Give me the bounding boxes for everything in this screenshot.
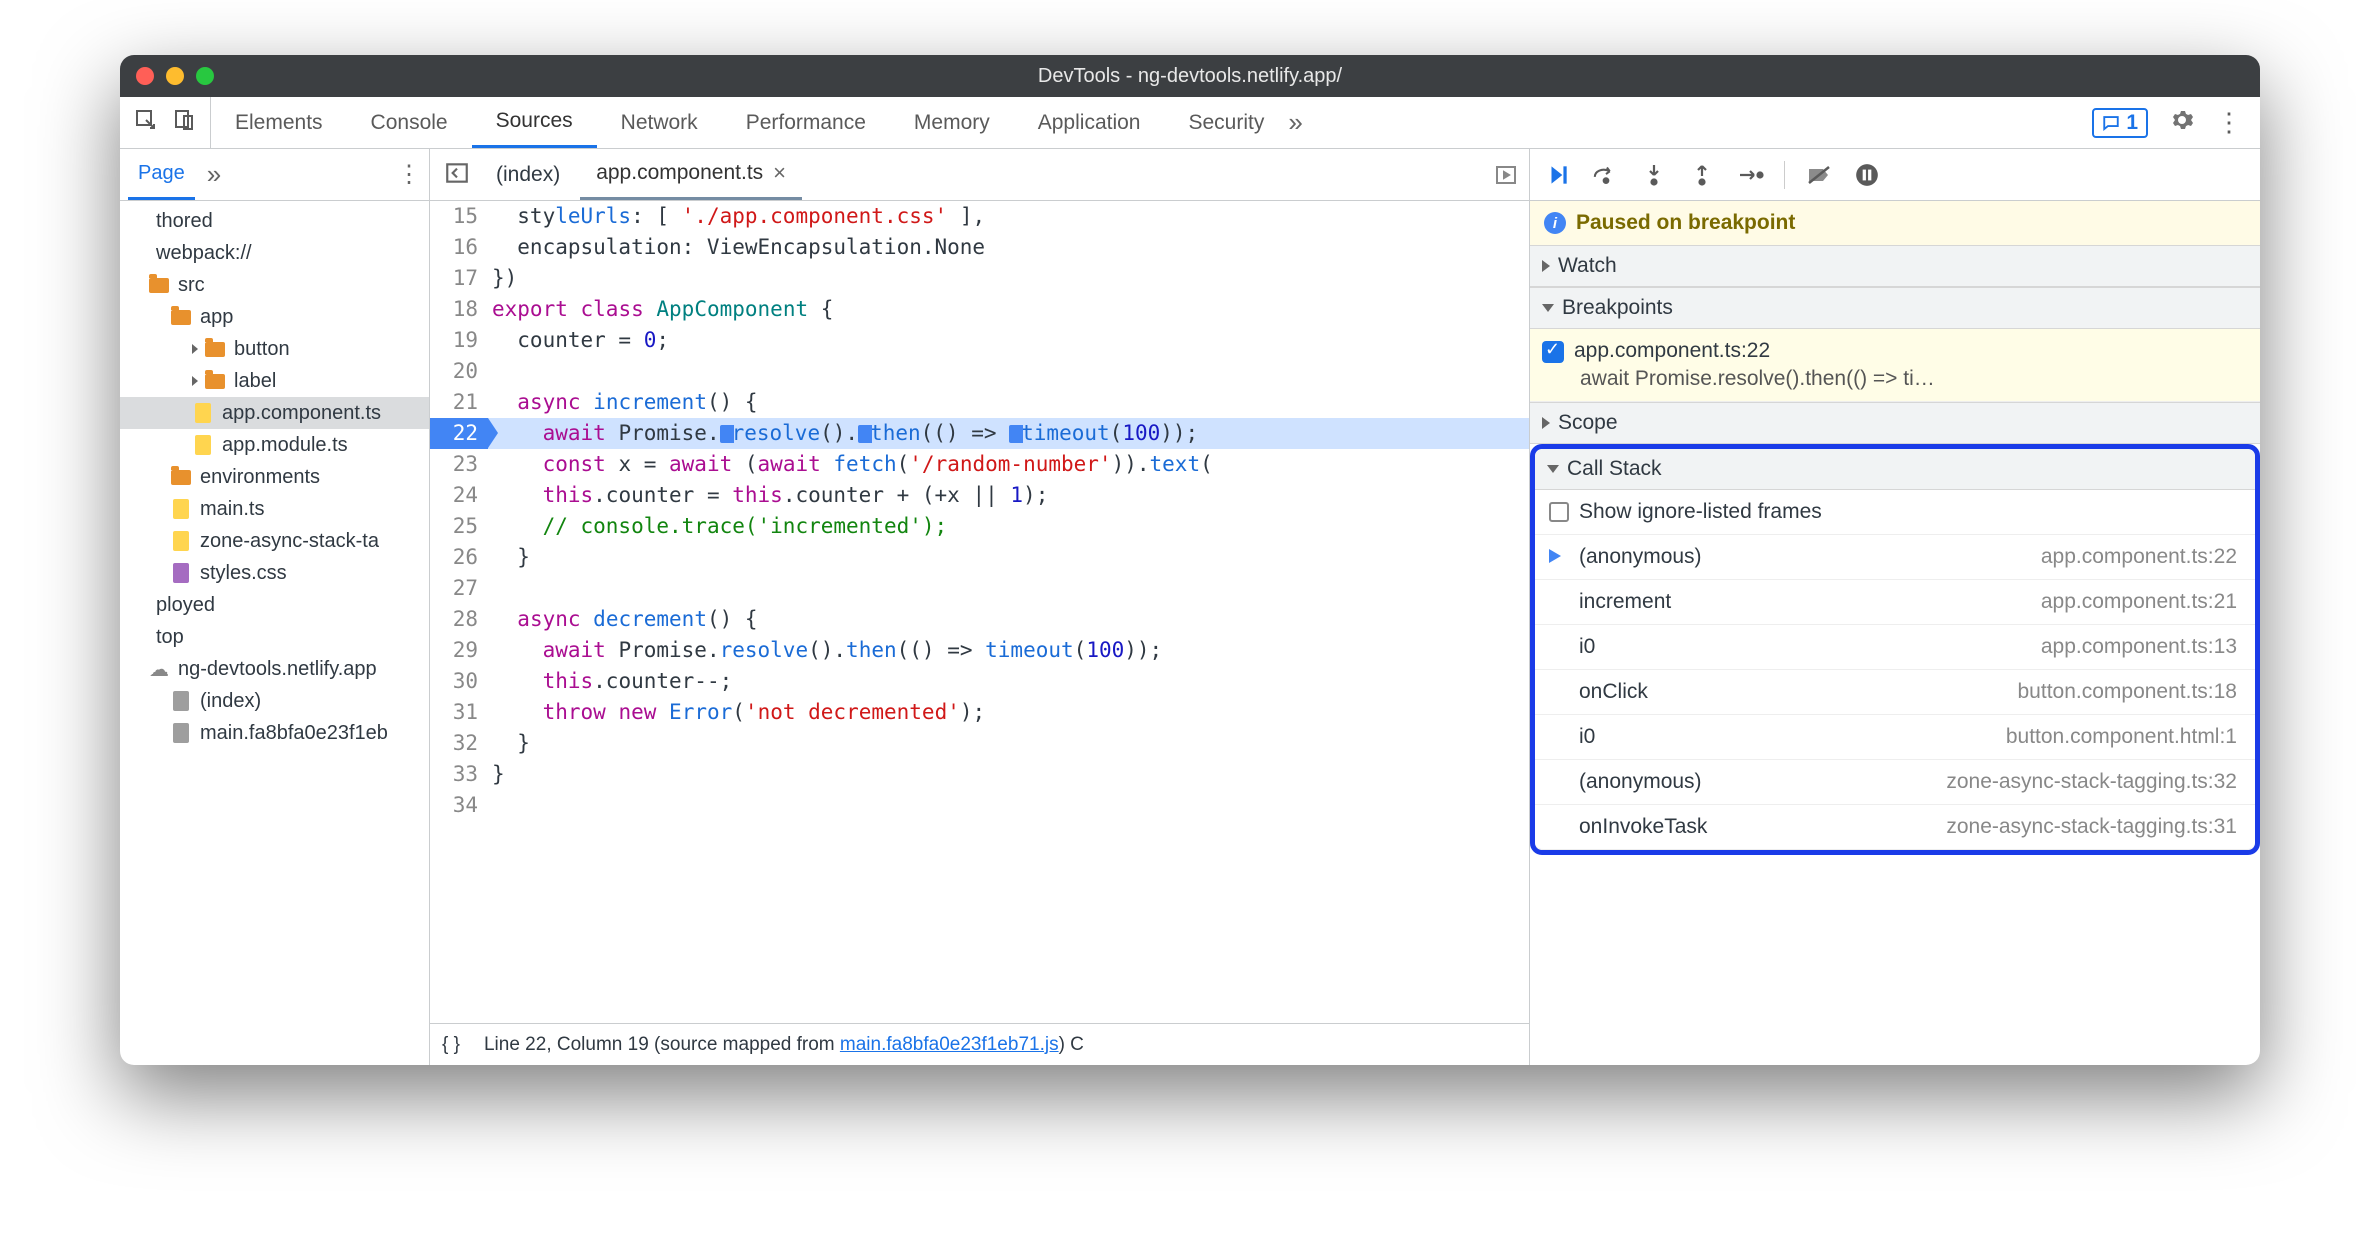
resume-icon[interactable]: [1544, 161, 1572, 189]
settings-icon[interactable]: [2170, 108, 2194, 138]
tree-item[interactable]: main.ts: [120, 493, 429, 525]
tree-item[interactable]: app.module.ts: [120, 429, 429, 461]
editor-tab[interactable]: app.component.ts×: [580, 149, 802, 200]
titlebar: DevTools - ng-devtools.netlify.app/: [120, 55, 2260, 97]
panel-tab-performance[interactable]: Performance: [722, 97, 890, 148]
breakpoint-location: app.component.ts:22: [1574, 339, 2246, 363]
ignored-checkbox[interactable]: [1549, 502, 1569, 522]
breakpoint-snippet: await Promise.resolve().then(() => ti…: [1574, 367, 2246, 391]
tree-item[interactable]: top: [120, 621, 429, 653]
tree-item[interactable]: button: [120, 333, 429, 365]
tree-item[interactable]: environments: [120, 461, 429, 493]
minimize-window-icon[interactable]: [166, 67, 184, 85]
maximize-window-icon[interactable]: [196, 67, 214, 85]
callstack-frame[interactable]: onInvokeTaskzone-async-stack-tagging.ts:…: [1535, 805, 2255, 850]
paused-banner: i Paused on breakpoint: [1530, 201, 2260, 245]
panel-tab-security[interactable]: Security: [1164, 97, 1288, 148]
tree-item[interactable]: ☁ng-devtools.netlify.app: [120, 653, 429, 685]
show-ignored-frames[interactable]: Show ignore-listed frames: [1535, 490, 2255, 535]
run-snippet-icon[interactable]: [1494, 163, 1518, 190]
tree-item[interactable]: main.fa8bfa0e23f1eb: [120, 717, 429, 749]
step-into-icon[interactable]: [1640, 161, 1668, 189]
info-icon: i: [1544, 212, 1566, 234]
tree-item[interactable]: styles.css: [120, 557, 429, 589]
tree-item[interactable]: thored: [120, 205, 429, 237]
paused-message: Paused on breakpoint: [1576, 211, 1795, 235]
navigator-sidebar: Page » ⋮ thoredwebpack://srcappbuttonlab…: [120, 149, 430, 1065]
tree-item[interactable]: (index): [120, 685, 429, 717]
tree-item[interactable]: app.component.ts: [120, 397, 429, 429]
watch-section[interactable]: Watch: [1530, 245, 2260, 287]
pause-exceptions-icon[interactable]: [1853, 161, 1881, 189]
page-subtab[interactable]: Page: [128, 149, 195, 200]
callstack-frame[interactable]: onClickbutton.component.ts:18: [1535, 670, 2255, 715]
editor-pane: (index)app.component.ts× 15 styleUrls: […: [430, 149, 1530, 1065]
editor-status-bar: { } Line 22, Column 19 (source mapped fr…: [430, 1023, 1529, 1065]
panel-tab-sources[interactable]: Sources: [472, 97, 597, 148]
breakpoint-checkbox[interactable]: [1542, 341, 1564, 363]
issues-count: 1: [2126, 111, 2138, 135]
callstack-frame[interactable]: incrementapp.component.ts:21: [1535, 580, 2255, 625]
tree-item[interactable]: ployed: [120, 589, 429, 621]
callstack-frame[interactable]: (anonymous)app.component.ts:22: [1535, 535, 2255, 580]
panel-tab-elements[interactable]: Elements: [211, 97, 347, 148]
editor-tabs: (index)app.component.ts×: [430, 149, 1529, 201]
window-title: DevTools - ng-devtools.netlify.app/: [1038, 65, 1342, 88]
pretty-print-icon[interactable]: { }: [442, 1034, 460, 1056]
debugger-toolbar: [1530, 149, 2260, 201]
step-over-icon[interactable]: [1592, 161, 1620, 189]
callstack-highlight: Call Stack Show ignore-listed frames (an…: [1530, 444, 2260, 855]
step-out-icon[interactable]: [1688, 161, 1716, 189]
breakpoint-item[interactable]: app.component.ts:22 await Promise.resolv…: [1530, 329, 2260, 402]
cursor-position: Line 22, Column 19: [484, 1034, 649, 1055]
more-subtabs-icon[interactable]: »: [207, 159, 221, 190]
deactivate-breakpoints-icon[interactable]: [1805, 161, 1833, 189]
code-editor[interactable]: 15 styleUrls: [ './app.component.css' ],…: [430, 201, 1529, 1023]
inspect-icon[interactable]: [134, 108, 158, 138]
step-icon[interactable]: [1736, 161, 1764, 189]
sidebar-kebab-icon[interactable]: ⋮: [397, 160, 421, 189]
nav-back-icon[interactable]: [438, 160, 476, 189]
file-tree: thoredwebpack://srcappbuttonlabelapp.com…: [120, 201, 429, 1065]
breakpoints-section[interactable]: Breakpoints: [1530, 287, 2260, 329]
more-panels-icon[interactable]: »: [1288, 107, 1302, 138]
devtools-window: DevTools - ng-devtools.netlify.app/ Elem…: [120, 55, 2260, 1065]
callstack-frame[interactable]: i0app.component.ts:13: [1535, 625, 2255, 670]
tree-item[interactable]: label: [120, 365, 429, 397]
tree-item[interactable]: app: [120, 301, 429, 333]
scope-section[interactable]: Scope: [1530, 402, 2260, 444]
callstack-section[interactable]: Call Stack: [1535, 449, 2255, 490]
tree-item[interactable]: webpack://: [120, 237, 429, 269]
panel-tab-memory[interactable]: Memory: [890, 97, 1014, 148]
callstack-frame[interactable]: i0button.component.html:1: [1535, 715, 2255, 760]
device-toggle-icon[interactable]: [172, 108, 196, 138]
debugger-pane: i Paused on breakpoint Watch Breakpoints…: [1530, 149, 2260, 1065]
callstack-frame[interactable]: (anonymous)zone-async-stack-tagging.ts:3…: [1535, 760, 2255, 805]
close-window-icon[interactable]: [136, 67, 154, 85]
tree-item[interactable]: src: [120, 269, 429, 301]
panel-tab-application[interactable]: Application: [1014, 97, 1165, 148]
close-tab-icon[interactable]: ×: [773, 160, 786, 186]
issues-badge[interactable]: 1: [2092, 108, 2148, 138]
editor-tab[interactable]: (index): [480, 149, 576, 200]
tree-item[interactable]: zone-async-stack-ta: [120, 525, 429, 557]
panel-tabs: ElementsConsoleSourcesNetworkPerformance…: [120, 97, 2260, 149]
panel-tab-console[interactable]: Console: [347, 97, 472, 148]
panel-tab-network[interactable]: Network: [597, 97, 722, 148]
source-map-link[interactable]: main.fa8bfa0e23f1eb71.js: [840, 1034, 1059, 1055]
kebab-menu-icon[interactable]: ⋮: [2216, 107, 2242, 138]
